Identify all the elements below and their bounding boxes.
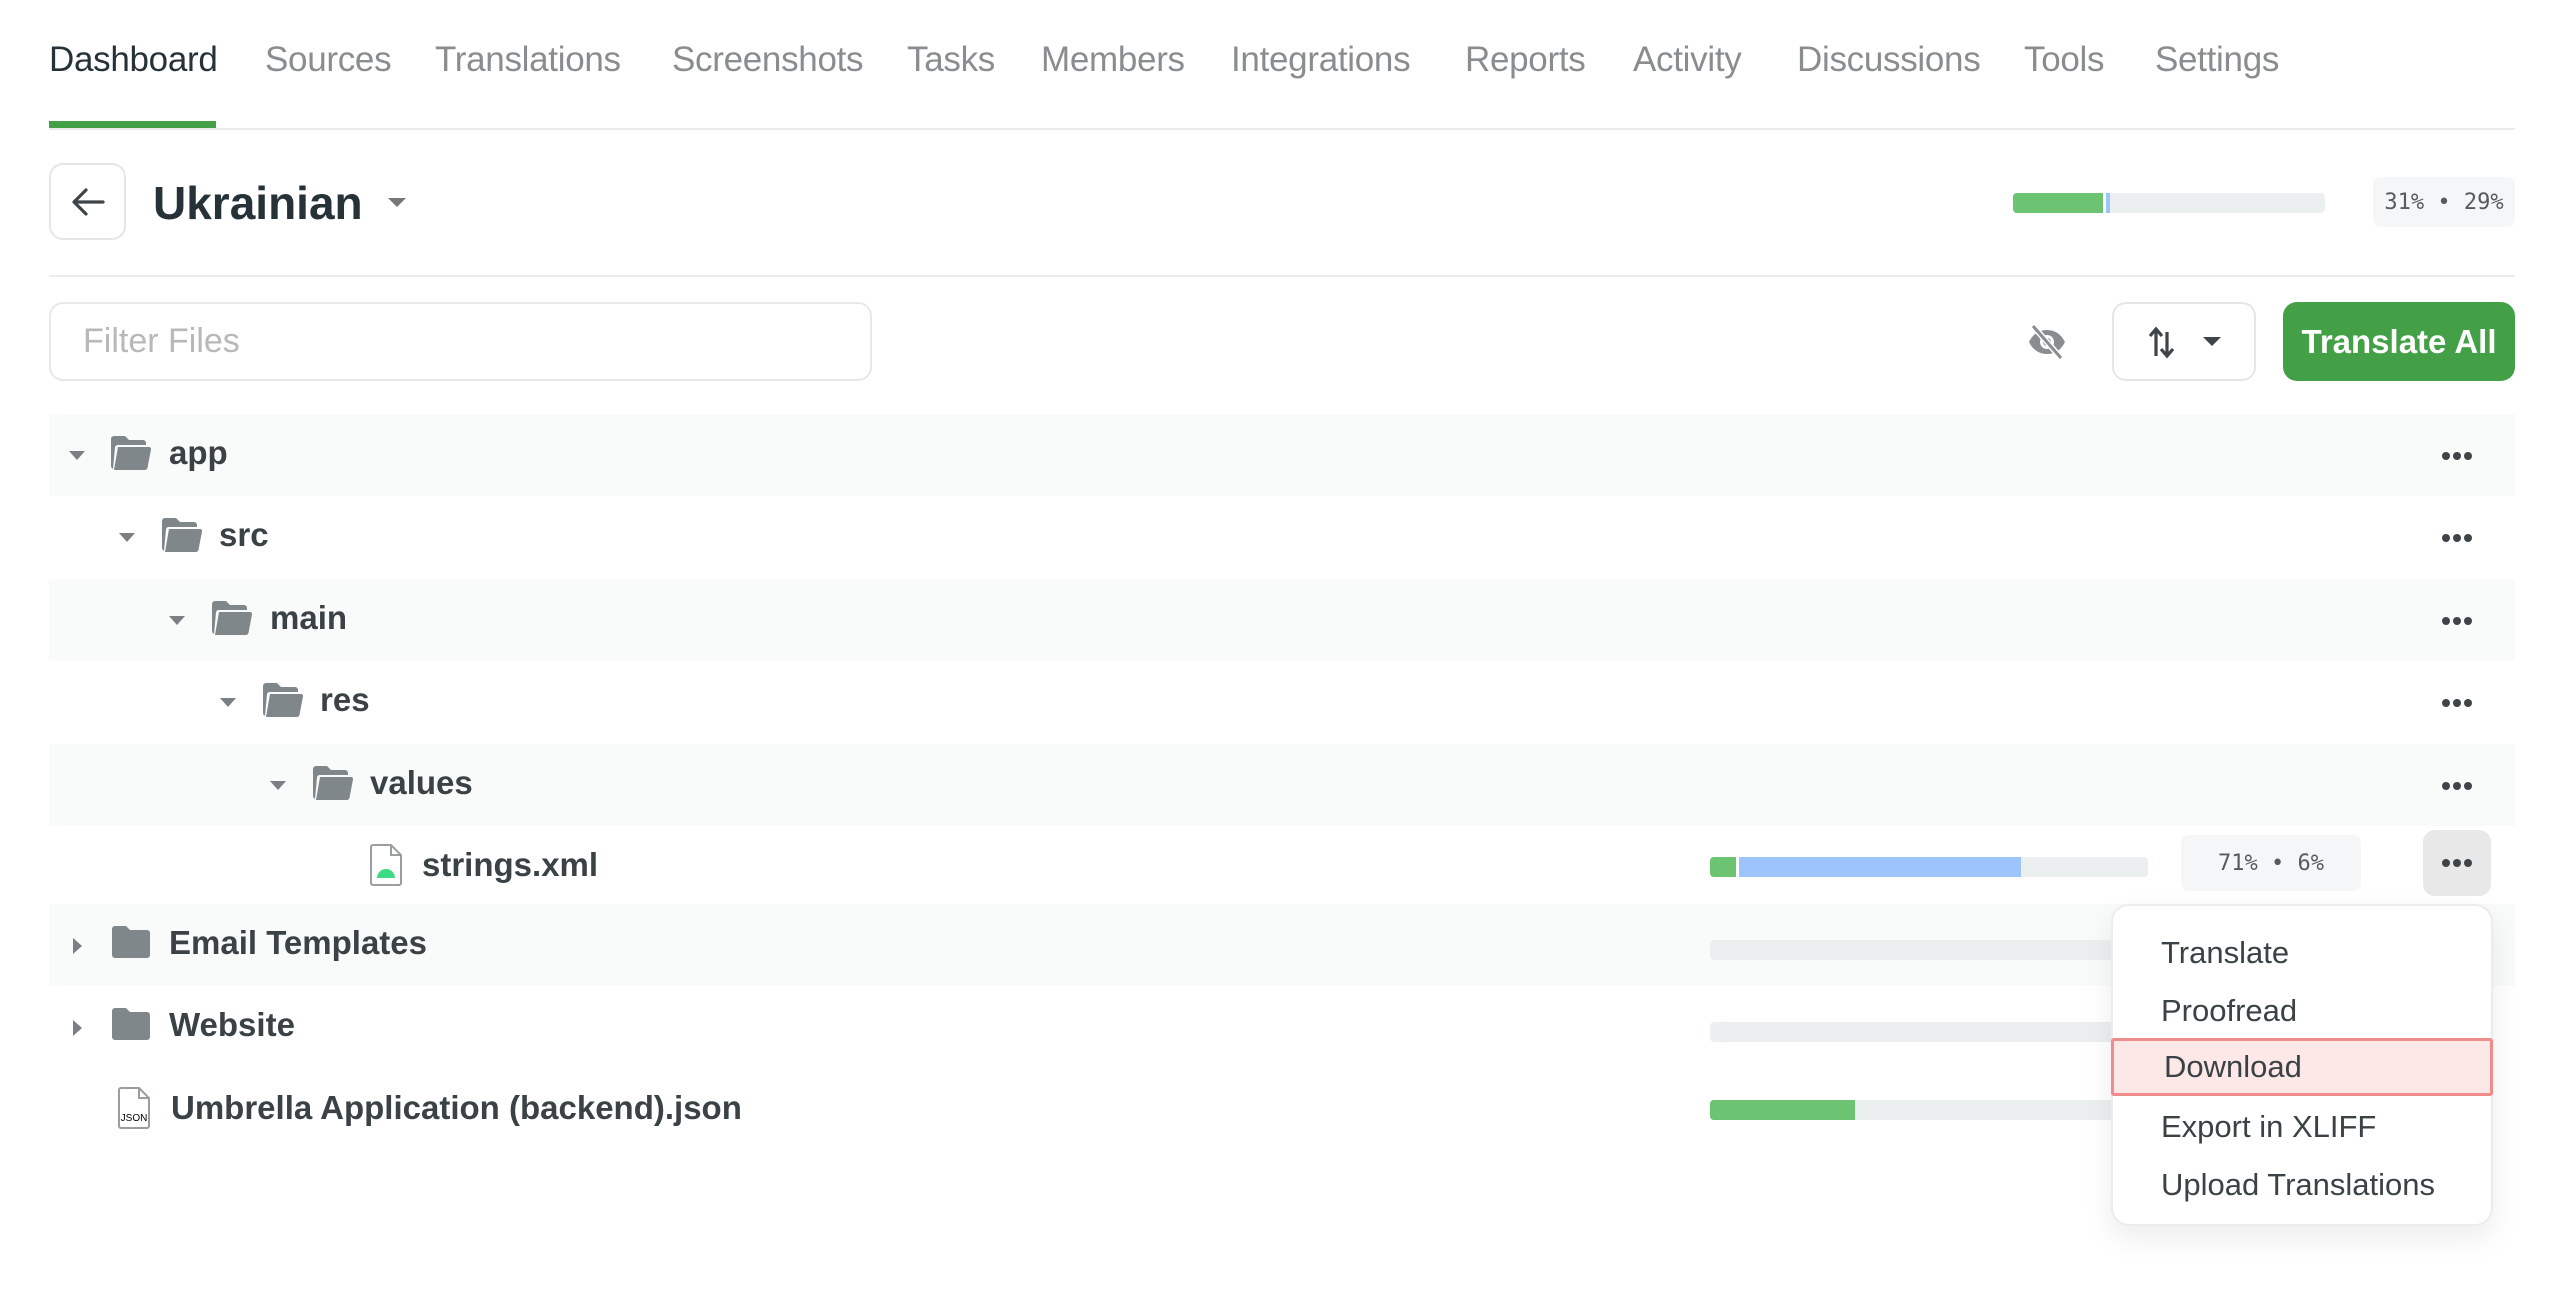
tree-row-main[interactable]: main xyxy=(49,579,2515,661)
tree-item-name: Website xyxy=(169,1006,295,1043)
sort-arrows-icon xyxy=(2148,326,2175,358)
tree-row-values[interactable]: values xyxy=(49,744,2515,826)
chevron-down-icon[interactable] xyxy=(69,451,85,460)
chevron-right-icon[interactable] xyxy=(73,938,82,954)
language-title[interactable]: Ukrainian xyxy=(153,176,363,230)
menu-item-export-xliff[interactable]: Export in XLIFF xyxy=(2113,1098,2491,1156)
tab-screenshots[interactable]: Screenshots xyxy=(672,40,864,80)
progress-badge: 31% • 29% xyxy=(2373,177,2515,227)
more-options-button[interactable] xyxy=(2423,830,2491,896)
active-tab-indicator xyxy=(49,121,216,128)
tree-item-name: app xyxy=(169,434,228,471)
hide-untranslated-button[interactable] xyxy=(2022,320,2072,364)
tree-item-name: Email Templates xyxy=(169,924,427,961)
approved-segment xyxy=(1710,857,1740,877)
language-dropdown-caret-icon[interactable] xyxy=(388,198,406,207)
tab-settings[interactable]: Settings xyxy=(2155,40,2279,80)
tree-item-name: src xyxy=(219,516,269,553)
tree-item-name: res xyxy=(320,681,370,718)
more-options-button[interactable] xyxy=(2423,764,2491,808)
tab-activity[interactable]: Activity xyxy=(1633,40,1742,80)
tab-reports[interactable]: Reports xyxy=(1465,40,1586,80)
language-progress-bar xyxy=(2013,193,2325,213)
arrow-left-icon xyxy=(71,187,105,216)
folder-open-icon xyxy=(313,766,353,801)
translate-all-button[interactable]: Translate All xyxy=(2283,302,2515,381)
tree-row-app[interactable]: app xyxy=(49,414,2515,496)
folder-open-icon xyxy=(162,518,202,553)
menu-item-proofread[interactable]: Proofread xyxy=(2113,982,2491,1040)
filter-files-input[interactable] xyxy=(49,302,872,381)
more-options-button[interactable] xyxy=(2423,599,2491,643)
back-button[interactable] xyxy=(49,163,126,240)
tab-translations[interactable]: Translations xyxy=(435,40,621,80)
tree-item-name: strings.xml xyxy=(422,846,599,883)
file-progress-bar xyxy=(1710,1022,2148,1042)
tab-sources[interactable]: Sources xyxy=(265,40,392,80)
translated-segment xyxy=(1710,857,2021,877)
more-options-button[interactable] xyxy=(2423,516,2491,560)
chevron-down-icon xyxy=(2203,337,2221,346)
menu-item-upload-translations[interactable]: Upload Translations xyxy=(2113,1156,2491,1214)
chevron-down-icon[interactable] xyxy=(220,698,236,707)
folder-icon xyxy=(112,926,150,958)
folder-open-icon xyxy=(263,683,303,718)
file-progress-bar xyxy=(1710,1100,2148,1120)
tab-tasks[interactable]: Tasks xyxy=(907,40,995,80)
tree-row-src[interactable]: src xyxy=(49,496,2515,578)
file-context-menu: Translate Proofread Download Export in X… xyxy=(2111,904,2493,1226)
tree-item-name: main xyxy=(270,599,348,636)
chevron-right-icon[interactable] xyxy=(73,1020,82,1036)
chevron-down-icon[interactable] xyxy=(169,616,185,625)
menu-item-translate[interactable]: Translate xyxy=(2113,924,2491,982)
tree-row-res[interactable]: res xyxy=(49,661,2515,743)
header-divider xyxy=(49,275,2515,277)
folder-open-icon xyxy=(212,601,252,636)
android-file-icon xyxy=(370,844,402,886)
progress-badge: 71% • 6% xyxy=(2181,835,2361,891)
tab-discussions[interactable]: Discussions xyxy=(1797,40,1981,80)
tree-item-name: Umbrella Application (backend).json xyxy=(171,1089,742,1126)
eye-off-icon xyxy=(2029,324,2065,360)
tree-item-name: values xyxy=(370,764,473,801)
tab-integrations[interactable]: Integrations xyxy=(1231,40,1411,80)
tab-dashboard[interactable]: Dashboard xyxy=(49,40,218,80)
chevron-down-icon[interactable] xyxy=(119,533,135,542)
folder-icon xyxy=(112,1008,150,1040)
json-file-icon: JSON xyxy=(118,1087,150,1129)
more-options-button[interactable] xyxy=(2423,681,2491,725)
more-options-button[interactable] xyxy=(2423,434,2491,478)
chevron-down-icon[interactable] xyxy=(270,781,286,790)
approved-segment xyxy=(1710,1100,1855,1120)
tab-tools[interactable]: Tools xyxy=(2024,40,2105,80)
tree-row-strings-xml[interactable]: strings.xml 71% • 6% xyxy=(49,826,2515,908)
tab-members[interactable]: Members xyxy=(1041,40,1185,80)
sort-button[interactable] xyxy=(2112,302,2256,381)
tab-divider xyxy=(49,128,2515,130)
approved-segment xyxy=(2013,193,2107,213)
menu-item-download[interactable]: Download xyxy=(2111,1038,2493,1096)
file-progress-bar xyxy=(1710,940,2148,960)
file-progress-bar xyxy=(1710,857,2148,877)
folder-open-icon xyxy=(111,436,151,471)
json-label: JSON xyxy=(121,1113,148,1124)
